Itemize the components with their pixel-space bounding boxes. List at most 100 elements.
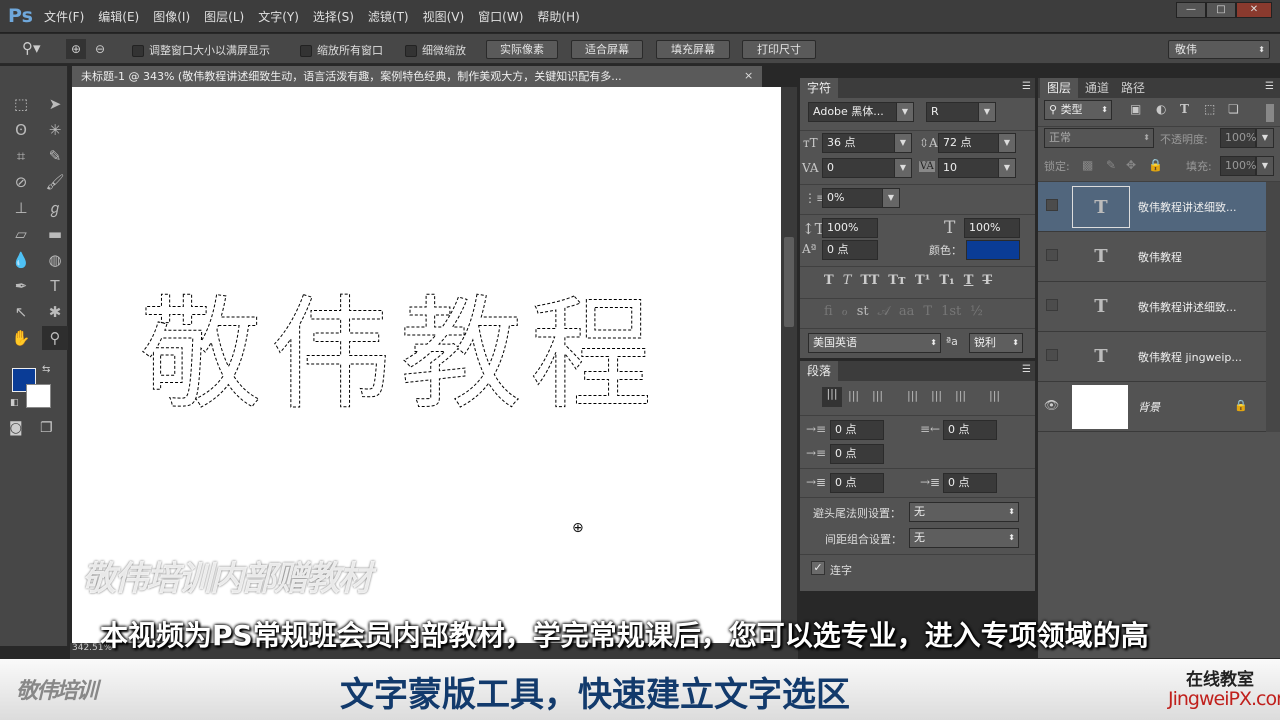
indent-first-line-field[interactable]: 0 点 [830,444,884,464]
align-left-icon[interactable]: ||| [822,387,842,407]
layer-item-background[interactable]: 👁 背景 🔒 [1038,382,1266,432]
justify-right-icon[interactable]: ||| [955,389,966,402]
panel-menu-icon[interactable]: ☰ [1022,81,1031,92]
faux-italic-button[interactable]: T [843,273,852,288]
small-caps-button[interactable]: Tт [888,273,906,288]
vertical-scale-field[interactable]: 100% [822,218,878,238]
leading-dropdown-icon[interactable]: ▼ [998,133,1016,153]
indent-left-field[interactable]: 0 点 [830,420,884,440]
close-window-button[interactable]: ✕ [1236,2,1272,18]
lock-all-icon[interactable]: 🔒 [1148,158,1163,172]
dodge-tool-icon[interactable]: ◍ [42,248,68,272]
lock-image-icon[interactable]: ✎ [1106,158,1116,172]
scrubby-zoom-checkbox[interactable]: 细微缩放 [405,42,466,58]
subscript-button[interactable]: T₁ [939,273,954,288]
baseline-shift-field[interactable]: 0 点 [822,240,878,260]
tab-paragraph[interactable]: 段落 [800,361,839,381]
menu-layer[interactable]: 图层(L) [204,8,244,25]
screen-mode-icon[interactable]: ❐ [40,420,53,436]
lock-position-icon[interactable]: ✥ [1126,158,1136,172]
tracking-field[interactable]: 10 [938,158,1000,178]
horizontal-scale-field[interactable]: 100% [964,218,1020,238]
resize-windows-checkbox[interactable]: 调整窗口大小以满屏显示 [132,42,270,58]
tracking-dropdown-icon[interactable]: ▼ [998,158,1016,178]
print-size-button[interactable]: 打印尺寸 [742,40,816,59]
tsume-field[interactable]: 0% [822,188,884,208]
brush-tool-icon[interactable]: 🖌 [42,170,68,194]
kerning-dropdown-icon[interactable]: ▼ [894,158,912,178]
kerning-field[interactable]: 0 [822,158,902,178]
healing-brush-tool-icon[interactable]: ⊘ [8,170,34,194]
discretionary-ligatures-button[interactable]: st [857,304,869,319]
actual-pixels-button[interactable]: 实际像素 [486,40,558,59]
language-select[interactable]: 美国英语 ⬍ [808,333,941,353]
zoom-tool-preset-icon[interactable]: ⚲▾ [22,39,41,57]
menu-help[interactable]: 帮助(H) [537,8,579,25]
tab-layers[interactable]: 图层 [1040,78,1079,98]
eye-icon[interactable]: 👁 [1044,398,1059,412]
filter-adjustment-icon[interactable]: ◐ [1156,102,1166,116]
fill-dropdown-icon[interactable]: ▼ [1256,156,1274,176]
space-after-field[interactable]: 0 点 [943,473,997,493]
blur-tool-icon[interactable]: 💧 [8,248,34,272]
filter-shape-icon[interactable]: ⬚ [1204,102,1215,116]
opacity-field[interactable]: 100% [1220,128,1256,148]
ligatures-button[interactable]: ﬁ [824,304,833,319]
fit-screen-button[interactable]: 适合屏幕 [571,40,643,59]
lasso-tool-icon[interactable]: ʘ [8,118,34,142]
default-colors-icon[interactable]: ◧ [10,398,19,408]
path-selection-tool-icon[interactable]: ↖ [8,300,34,324]
document-tab[interactable]: 未标题-1 @ 343% (敬伟教程讲述细致生动，语言活泼有趣，案例特色经典，制… [72,66,762,87]
lock-transparent-icon[interactable]: ▩ [1082,158,1093,172]
stylistic-alternates-button[interactable]: aa [899,304,915,319]
layers-scrollbar[interactable] [1266,182,1280,432]
alternates-button[interactable]: ℴ [842,304,848,319]
pen-tool-icon[interactable]: ✒ [8,274,34,298]
swap-colors-icon[interactable]: ⇆ [42,364,50,375]
menu-type[interactable]: 文字(Y) [258,8,299,25]
layer-item[interactable]: T 敬伟教程 [1038,232,1266,282]
panel-menu-icon[interactable]: ☰ [1022,364,1031,375]
justify-left-icon[interactable]: ||| [907,389,918,402]
minimize-button[interactable]: — [1176,2,1206,18]
justify-center-icon[interactable]: ||| [931,389,942,402]
font-size-dropdown-icon[interactable]: ▼ [894,133,912,153]
background-color-swatch[interactable] [26,384,51,408]
justify-all-icon[interactable]: ||| [989,389,1000,402]
workspace-select[interactable]: 敬伟 ⬍ [1168,40,1270,59]
kinsoku-select[interactable]: 无 ⬍ [909,502,1019,522]
fill-screen-button[interactable]: 填充屏幕 [656,40,730,59]
panel-menu-icon[interactable]: ☰ [1265,81,1274,92]
fill-field[interactable]: 100% [1220,156,1256,176]
zoom-out-icon[interactable]: ⊖ [90,39,110,59]
visibility-toggle[interactable] [1046,349,1058,361]
tab-channels[interactable]: 通道 [1078,78,1116,98]
tsume-dropdown-icon[interactable]: ▼ [882,188,900,208]
all-caps-button[interactable]: TT [860,273,879,288]
menu-view[interactable]: 视图(V) [423,8,465,25]
opacity-dropdown-icon[interactable]: ▼ [1256,128,1274,148]
layer-filter-select[interactable]: ⚲ 类型 ⬍ [1044,100,1112,120]
visibility-toggle[interactable] [1046,199,1058,211]
titling-button[interactable]: T [923,304,932,319]
scrollbar-thumb[interactable] [784,237,794,327]
type-mask-tool-icon[interactable]: T [42,274,68,298]
ordinals-button[interactable]: 1st [941,304,961,319]
eraser-tool-icon[interactable]: ▱ [8,222,34,246]
filter-toggle[interactable] [1266,104,1274,122]
menu-select[interactable]: 选择(S) [313,8,354,25]
blend-mode-select[interactable]: 正常 ⬍ [1044,128,1154,148]
close-document-icon[interactable]: × [744,69,753,82]
menu-file[interactable]: 文件(F) [44,8,84,25]
filter-type-icon[interactable]: T [1180,102,1189,116]
tab-character[interactable]: 字符 [800,78,839,98]
superscript-button[interactable]: T¹ [915,273,930,288]
menu-image[interactable]: 图像(I) [153,8,190,25]
tab-paths[interactable]: 路径 [1114,78,1152,98]
fractions-button[interactable]: ½ [970,304,983,319]
layer-item[interactable]: T 敬伟教程讲述细致... [1038,282,1266,332]
layer-item[interactable]: T 敬伟教程 jingweip... [1038,332,1266,382]
zoom-in-icon[interactable]: ⊕ [66,39,86,59]
faux-bold-button[interactable]: T [824,273,834,288]
visibility-toggle[interactable] [1046,249,1058,261]
